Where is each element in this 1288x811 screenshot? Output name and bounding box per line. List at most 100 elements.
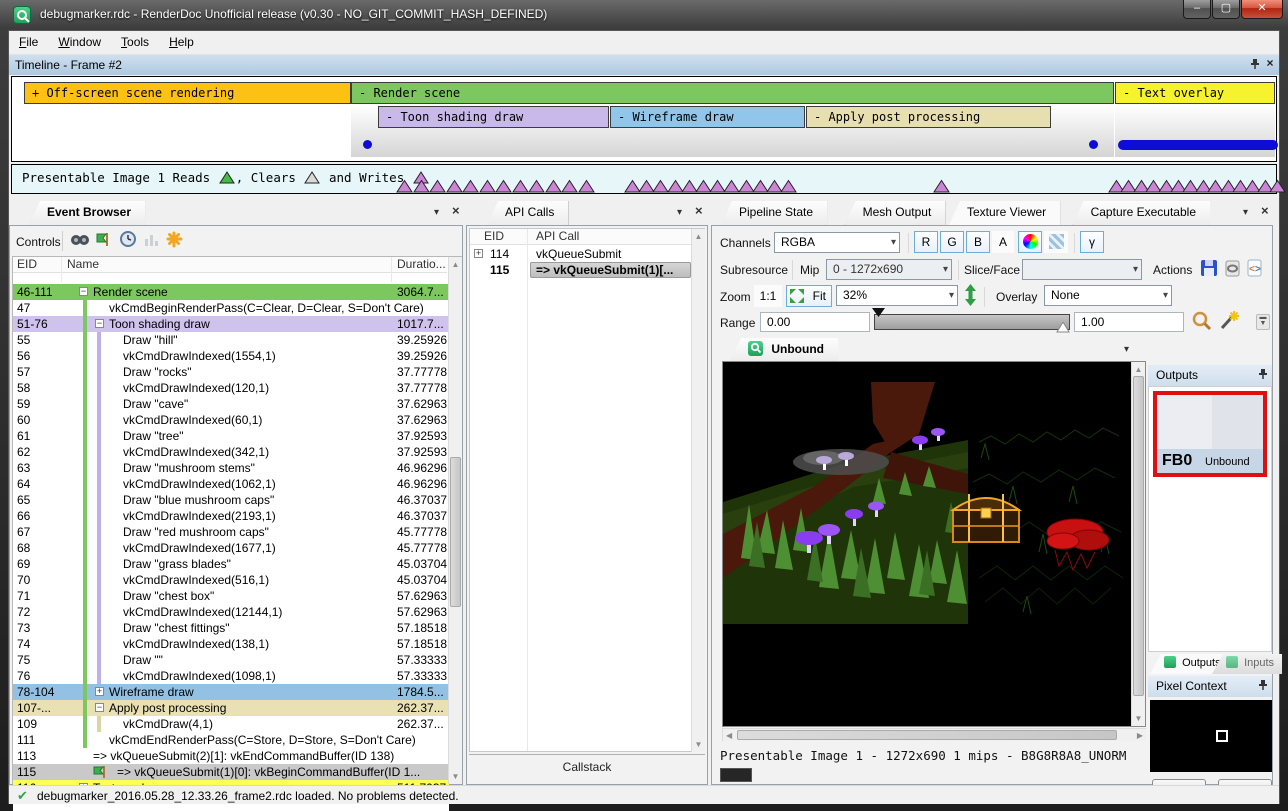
event-row[interactable]: 60vkCmdDrawIndexed(60,1)37.62963	[13, 412, 449, 428]
pin-icon[interactable]	[1247, 58, 1261, 72]
api-table-header[interactable]: EID API Call	[470, 229, 691, 245]
scrollbar-thumb[interactable]	[1133, 376, 1144, 696]
event-row[interactable]: 67Draw "red mushroom caps"45.77778	[13, 524, 449, 540]
column-eid[interactable]: EID	[17, 257, 37, 271]
event-row[interactable]: 115=> vkQueueSubmit(1)[0]: vkBeginComman…	[13, 764, 449, 780]
image-hscrollbar[interactable]: ◀ ▶	[722, 728, 1146, 741]
event-row[interactable]: −51-76Toon shading draw1017.7...	[13, 316, 449, 332]
usage-marker-triangle[interactable]	[512, 179, 529, 193]
column-duration[interactable]: Duratio...	[397, 257, 446, 271]
close-icon[interactable]: ×	[1263, 57, 1277, 71]
scroll-up-icon[interactable]: ▲	[449, 260, 462, 269]
event-row[interactable]: −46-111Render scene3064.7...	[13, 284, 449, 300]
texture-image-frame[interactable]: ▲ ▼	[722, 361, 1146, 727]
gamma-button[interactable]: γ	[1080, 231, 1104, 253]
channel-red-button[interactable]: R	[914, 231, 938, 253]
title-bar[interactable]: debugmarker.rdc - RenderDoc Unofficial r…	[0, 0, 1288, 30]
event-row[interactable]: 61Draw "tree"37.92593	[13, 428, 449, 444]
outputs-panel-header[interactable]: Outputs	[1148, 365, 1272, 386]
usage-marker-triangle[interactable]	[545, 179, 562, 193]
usage-marker-triangle[interactable]	[578, 179, 595, 193]
event-row[interactable]: 71Draw "chest box"57.62963	[13, 588, 449, 604]
overlay-select[interactable]: None▾	[1044, 285, 1172, 306]
usage-marker-triangle[interactable]	[479, 179, 496, 193]
event-row[interactable]: −107-...Apply post processing262.37...	[13, 700, 449, 716]
scroll-left-icon[interactable]: ◀	[726, 731, 732, 740]
custom-shader-colorwheel-button[interactable]	[1018, 231, 1042, 253]
scroll-down-icon[interactable]: ▼	[1132, 714, 1145, 723]
usage-marker-triangle[interactable]	[1269, 179, 1286, 193]
timeline-marker-bar[interactable]: - Apply post processing	[806, 106, 1051, 128]
goto-eid-flag-icon[interactable]	[94, 231, 114, 249]
maximize-button[interactable]: ▢	[1212, 0, 1240, 19]
event-row[interactable]: 70vkCmdDrawIndexed(516,1)45.03704	[13, 572, 449, 588]
save-icon[interactable]	[1200, 259, 1218, 282]
event-row[interactable]: 56vkCmdDrawIndexed(1554,1)39.25926	[13, 348, 449, 364]
range-black-handle[interactable]	[872, 308, 886, 318]
scroll-down-icon[interactable]: ▼	[692, 740, 705, 749]
event-table-header[interactable]: EID Name Duratio...	[13, 257, 447, 273]
timeline-panel-header[interactable]: Timeline - Frame #2 ×	[9, 55, 1279, 75]
range-slider[interactable]	[874, 314, 1070, 330]
tab-pipeline-state[interactable]: Pipeline State	[721, 201, 827, 225]
menu-window[interactable]: Window	[48, 31, 111, 55]
event-row[interactable]: 111vkCmdEndRenderPass(C=Store, D=Store, …	[13, 732, 449, 748]
event-row[interactable]: 68vkCmdDrawIndexed(1677,1)45.77778	[13, 540, 449, 556]
flip-y-icon[interactable]	[964, 284, 977, 311]
api-row[interactable]: +114vkQueueSubmit	[470, 246, 691, 262]
autofit-wand-icon[interactable]	[1218, 310, 1240, 336]
checkerboard-background-button[interactable]	[1044, 231, 1068, 253]
timeline-event-strip[interactable]	[1118, 140, 1278, 150]
tree-expander[interactable]: −	[95, 319, 104, 328]
usage-marker-triangle[interactable]	[528, 179, 545, 193]
menu-help[interactable]: Help	[159, 31, 204, 55]
chevron-down-icon[interactable]: ▾	[1124, 344, 1129, 355]
zoom-fit-button[interactable]: Fit	[786, 285, 832, 307]
zoom-level-select[interactable]: 32%▾	[836, 285, 958, 306]
event-row[interactable]: 74vkCmdDrawIndexed(138,1)57.18518	[13, 636, 449, 652]
close-icon[interactable]: ×	[695, 203, 703, 218]
tab-texture-viewer[interactable]: Texture Viewer	[949, 201, 1060, 225]
usage-marker-triangle[interactable]	[413, 179, 430, 193]
tab-inputs[interactable]: Inputs	[1212, 654, 1282, 674]
tab-capture-executable[interactable]: Capture Executable	[1073, 201, 1210, 225]
usage-marker-triangle[interactable]	[462, 179, 479, 193]
timeline-marker-bar[interactable]: + Off-screen scene rendering	[24, 82, 351, 104]
range-min-input[interactable]: 0.00	[760, 312, 870, 332]
channels-select[interactable]: RGBA▾	[774, 232, 900, 253]
event-row[interactable]: 47vkCmdBeginRenderPass(C=Clear, D=Clear,…	[13, 300, 449, 316]
output-thumbnail-fb0[interactable]: FB0 Unbound	[1153, 391, 1267, 477]
timeline-marker-bar[interactable]: - Text overlay	[1115, 82, 1275, 104]
chevron-down-icon[interactable]: ▾	[677, 207, 682, 218]
timeline-marker-bar[interactable]: - Toon shading draw	[378, 106, 609, 128]
column-eid[interactable]: EID	[484, 229, 504, 243]
timeline-marker-bar[interactable]: - Render scene	[351, 82, 1114, 104]
tab-api-calls[interactable]: API Calls	[487, 201, 568, 225]
tab-event-browser[interactable]: Event Browser	[29, 201, 145, 225]
api-scrollbar[interactable]: ▲ ▼	[691, 229, 705, 752]
scroll-right-icon[interactable]: ▶	[1137, 731, 1143, 740]
event-row[interactable]: 62vkCmdDrawIndexed(342,1)37.92593	[13, 444, 449, 460]
event-row[interactable]: 73Draw "chest fittings"57.18518	[13, 620, 449, 636]
event-row[interactable]: 64vkCmdDrawIndexed(1062,1)46.96296	[13, 476, 449, 492]
event-row[interactable]: 76vkCmdDrawIndexed(1098,1)57.33333	[13, 668, 449, 684]
usage-marker-triangle[interactable]	[495, 179, 512, 193]
tree-expander[interactable]: +	[95, 687, 104, 696]
pin-icon[interactable]	[1257, 679, 1268, 694]
timeline-event-dot[interactable]	[363, 140, 372, 149]
event-row[interactable]: 65Draw "blue mushroom caps"46.37037	[13, 492, 449, 508]
usage-marker-triangle[interactable]	[396, 179, 413, 193]
scrollbar-thumb[interactable]	[450, 457, 461, 607]
link-icon[interactable]	[1224, 260, 1242, 282]
event-row[interactable]: 57Draw "rocks"37.77778	[13, 364, 449, 380]
tab-mesh-output[interactable]: Mesh Output	[845, 201, 946, 225]
api-row[interactable]: 115=> vkQueueSubmit(1)[...	[470, 262, 691, 278]
tab-texture-unbound[interactable]: Unbound	[730, 338, 838, 361]
channel-blue-button[interactable]: B	[966, 231, 990, 253]
close-icon[interactable]: ×	[1261, 203, 1269, 218]
event-row[interactable]: 72vkCmdDrawIndexed(12144,1)57.62963	[13, 604, 449, 620]
pixel-context-view[interactable]	[1150, 700, 1272, 772]
bookmark-icon[interactable]	[166, 231, 186, 249]
event-row[interactable]: 113=> vkQueueSubmit(2)[1]: vkEndCommandB…	[13, 748, 449, 764]
minimize-button[interactable]: –	[1183, 0, 1211, 19]
